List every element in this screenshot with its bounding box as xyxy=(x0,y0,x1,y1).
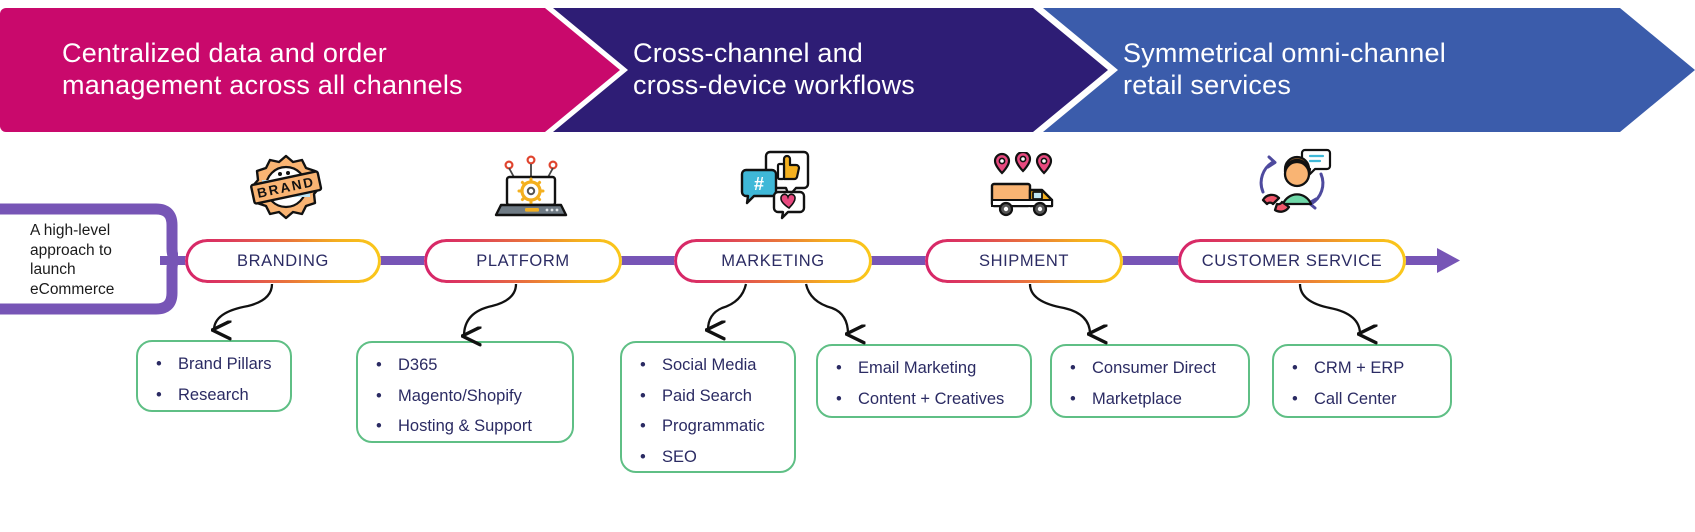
list-item-label: Research xyxy=(178,385,249,404)
support-agent-icon xyxy=(1247,148,1335,220)
list-item-label: Brand Pillars xyxy=(178,355,272,373)
list-item-label: Content + Creatives xyxy=(858,389,1005,408)
bullet-glyph: • xyxy=(1292,359,1298,377)
banner-label: Symmetrical omni-channel retail services xyxy=(1123,38,1446,100)
connector-branding-platform xyxy=(378,256,430,265)
bullet-glyph: • xyxy=(1070,359,1076,377)
list-item: • Email Marketing xyxy=(832,360,1014,377)
arrow-to-branding-box xyxy=(214,283,274,330)
detail-box-marketing-primary: • Social Media • Paid Search • Programmatic… xyxy=(620,341,796,473)
bullet-glyph: • xyxy=(836,359,842,377)
bullet-glyph: • xyxy=(156,385,162,404)
bullet-glyph: • xyxy=(1292,389,1298,408)
connector-platform-marketing xyxy=(618,256,678,265)
list-item-label: SEO xyxy=(662,447,697,466)
bullet-glyph: • xyxy=(640,417,646,435)
bullet-glyph: • xyxy=(376,356,382,374)
stage-pill-platform[interactable]: PLATFORM xyxy=(424,239,622,283)
detail-box-platform: • D365 • Magento/Shopify • Hosting & Suppor… xyxy=(356,341,574,443)
bullet-glyph: • xyxy=(640,447,646,466)
bullet-glyph: • xyxy=(640,356,646,374)
list-item-label: Hosting & Support xyxy=(398,417,532,435)
list-item: • CRM + ERP xyxy=(1288,360,1434,377)
callout-text: A high-level approach to launch eCommerc… xyxy=(30,222,115,299)
stage-pill-customer-service[interactable]: CUSTOMER SERVICE xyxy=(1178,239,1406,283)
stage-pill-label: PLATFORM xyxy=(476,251,570,270)
list-item: • Paid Search xyxy=(636,386,778,405)
arrow-to-marketing-box-2 xyxy=(804,283,848,334)
detail-box-marketing-secondary: • Email Marketing • Content + Creatives xyxy=(816,344,1032,418)
banner-row: Centralized data and order management ac… xyxy=(0,8,1695,132)
stage-pill-label: MARKETING xyxy=(721,251,825,270)
arrow-to-customer-service-box xyxy=(1298,283,1360,334)
ecommerce-roadmap-diagram: Centralized data and order management ac… xyxy=(0,0,1695,532)
stage-pill-label: CUSTOMER SERVICE xyxy=(1201,251,1383,270)
list-item-label: Consumer Direct xyxy=(1092,359,1216,377)
list-item-label: Paid Search xyxy=(662,386,752,405)
approach-callout: A high-level approach to launch eCommerc… xyxy=(0,203,178,315)
list-item: • Content + Creatives xyxy=(832,389,1014,408)
detail-list: • Brand Pillars • Research xyxy=(152,356,274,403)
bullet-glyph: • xyxy=(1070,389,1076,408)
detail-box-branding: • Brand Pillars • Research xyxy=(136,340,292,412)
bullet-glyph: • xyxy=(156,355,162,373)
detail-box-customer-service: • CRM + ERP • Call Center xyxy=(1272,344,1452,418)
list-item: • SEO xyxy=(636,447,778,466)
stage-pill-label: BRANDING xyxy=(237,251,329,270)
list-item-label: Call Center xyxy=(1314,389,1397,408)
connector-marketing-shipment xyxy=(868,256,930,265)
detail-list: • Social Media • Paid Search • Programmatic… xyxy=(636,357,778,465)
brand-badge-icon: BRAND xyxy=(242,152,330,224)
list-item-label: D365 xyxy=(398,356,438,374)
detail-list: • Email Marketing • Content + Creatives xyxy=(832,360,1014,407)
arrow-to-marketing-box-1 xyxy=(708,283,748,330)
laptop-gear-icon xyxy=(487,155,575,227)
list-item-label: CRM + ERP xyxy=(1314,359,1405,377)
list-item: • Magento/Shopify xyxy=(372,386,556,405)
detail-box-shipment: • Consumer Direct • Marketplace xyxy=(1050,344,1250,418)
arrow-to-platform-box xyxy=(464,283,518,336)
detail-list: • Consumer Direct • Marketplace xyxy=(1066,360,1232,407)
bullet-glyph: • xyxy=(376,386,382,405)
banner-label: Cross-channel and cross-device workflows xyxy=(633,38,915,100)
list-item-label: Marketplace xyxy=(1092,389,1182,408)
detail-list: • CRM + ERP • Call Center xyxy=(1288,360,1434,407)
list-item: • Brand Pillars xyxy=(152,356,274,373)
social-chat-icon: # xyxy=(732,150,820,222)
stage-pill-marketing[interactable]: MARKETING xyxy=(674,239,872,283)
list-item: • Marketplace xyxy=(1066,389,1232,408)
connector-shipment-service xyxy=(1118,256,1182,265)
list-item: • Hosting & Support xyxy=(372,418,556,435)
svg-text:#: # xyxy=(754,174,764,194)
bullet-glyph: • xyxy=(640,386,646,405)
delivery-truck-icon xyxy=(982,150,1070,224)
list-item: • Social Media xyxy=(636,357,778,374)
list-item-label: Programmatic xyxy=(662,417,765,435)
list-item-label: Email Marketing xyxy=(858,359,977,377)
detail-list: • D365 • Magento/Shopify • Hosting & Suppor… xyxy=(372,357,556,435)
stage-pill-label: SHIPMENT xyxy=(978,251,1070,270)
list-item-label: Magento/Shopify xyxy=(398,386,522,405)
stage-pill-shipment[interactable]: SHIPMENT xyxy=(925,239,1123,283)
banner-label: Centralized data and order management ac… xyxy=(62,38,463,100)
list-item-label: Social Media xyxy=(662,356,757,374)
list-item: • Research xyxy=(152,385,274,404)
stage-pill-branding[interactable]: BRANDING xyxy=(185,239,381,283)
banner-cross-channel[interactable]: Cross-channel and cross-device workflows xyxy=(553,8,1108,132)
list-item: • Call Center xyxy=(1288,389,1434,408)
banner-omni-channel[interactable]: Symmetrical omni-channel retail services xyxy=(1043,8,1695,132)
bullet-glyph: • xyxy=(376,417,382,435)
list-item: • Consumer Direct xyxy=(1066,360,1232,377)
flow-end-arrow xyxy=(1405,248,1460,273)
list-item: • Programmatic xyxy=(636,418,778,435)
bullet-glyph: • xyxy=(836,389,842,408)
arrow-to-shipment-box xyxy=(1028,283,1090,334)
list-item: • D365 xyxy=(372,357,556,374)
banner-centralized-data[interactable]: Centralized data and order management ac… xyxy=(0,8,620,132)
